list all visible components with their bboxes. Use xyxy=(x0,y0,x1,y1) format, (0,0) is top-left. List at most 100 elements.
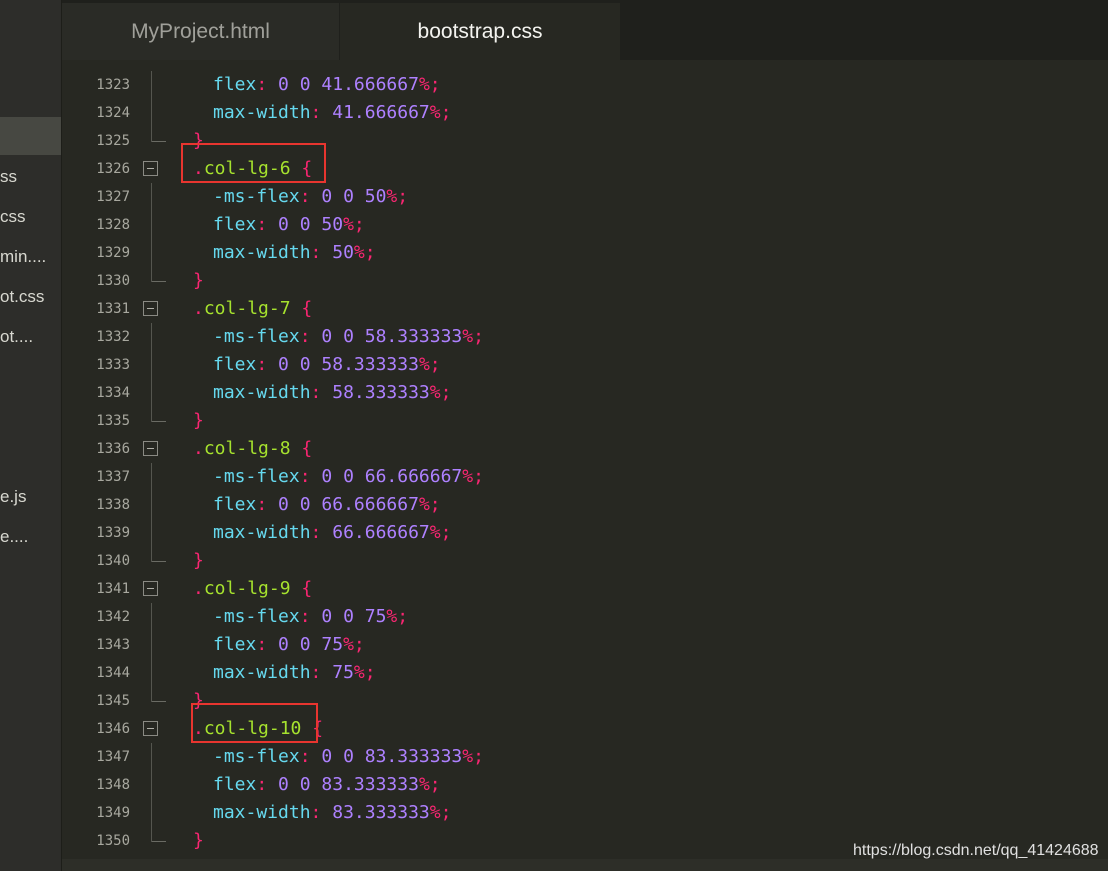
selector-dot: . xyxy=(193,438,204,459)
tab-myproject-html[interactable]: MyProject.html xyxy=(62,3,339,60)
sidebar-file-item[interactable]: e.... xyxy=(0,525,61,549)
fold-guide xyxy=(151,743,152,771)
code-text: max-width: 58.333333%; xyxy=(213,379,451,407)
css-value: 0 0 58.333333 xyxy=(278,354,419,375)
code-line[interactable]: 1348 flex: 0 0 83.333333%; xyxy=(62,771,1108,799)
line-number: 1331 xyxy=(96,301,130,317)
code-line[interactable]: 1347 -ms-flex: 0 0 83.333333%; xyxy=(62,743,1108,771)
css-property: -ms-flex xyxy=(213,326,300,347)
code-text: flex: 0 0 75%; xyxy=(213,631,365,659)
code-line[interactable]: 1335} xyxy=(62,407,1108,435)
code-line[interactable]: 1329 max-width: 50%; xyxy=(62,239,1108,267)
colon: : xyxy=(299,606,311,627)
fold-end-marker xyxy=(152,281,166,282)
open-brace: { xyxy=(301,438,313,459)
line-number: 1346 xyxy=(96,721,130,737)
css-property: flex xyxy=(213,354,257,375)
sidebar-file-item[interactable]: css xyxy=(0,205,61,229)
fold-toggle-icon[interactable] xyxy=(143,161,158,176)
code-line[interactable]: 1337 -ms-flex: 0 0 66.666667%; xyxy=(62,463,1108,491)
code-text: -ms-flex: 0 0 83.333333%; xyxy=(213,743,484,771)
fold-guide xyxy=(151,351,152,379)
code-text: max-width: 66.666667%; xyxy=(213,519,451,547)
close-brace: } xyxy=(193,410,204,431)
colon: : xyxy=(299,326,311,347)
code-line[interactable]: 1331 .col-lg-7 { xyxy=(62,295,1108,323)
percent-semicolon: %; xyxy=(462,466,484,487)
sidebar-file-item[interactable]: min.... xyxy=(0,245,61,269)
sidebar-file-item[interactable]: ot.css xyxy=(0,285,61,309)
css-value: 0 0 83.333333 xyxy=(321,746,463,767)
code-line[interactable]: 1324 max-width: 41.666667%; xyxy=(62,99,1108,127)
css-property: max-width xyxy=(213,802,311,823)
percent-semicolon: %; xyxy=(386,186,409,207)
tab-bootstrap-css[interactable]: bootstrap.css xyxy=(340,3,620,60)
colon: : xyxy=(310,522,322,543)
code-line[interactable]: 1333 flex: 0 0 58.333333%; xyxy=(62,351,1108,379)
code-text: -ms-flex: 0 0 50%; xyxy=(213,183,408,211)
css-property: flex xyxy=(213,214,257,235)
code-text: } xyxy=(193,407,204,435)
css-value: 0 0 50 xyxy=(278,214,344,235)
css-value: 0 0 50 xyxy=(321,186,387,207)
css-value: 0 0 41.666667 xyxy=(278,74,419,95)
code-line[interactable]: 1344 max-width: 75%; xyxy=(62,659,1108,687)
code-text: max-width: 83.333333%; xyxy=(213,799,451,827)
sidebar-file-item[interactable]: ss xyxy=(0,165,61,189)
horizontal-scrollbar[interactable] xyxy=(62,859,1108,871)
line-number: 1325 xyxy=(96,133,130,149)
line-number: 1336 xyxy=(96,441,130,457)
line-number: 1347 xyxy=(96,749,130,765)
code-line[interactable]: 1327 -ms-flex: 0 0 50%; xyxy=(62,183,1108,211)
line-number: 1342 xyxy=(96,609,130,625)
open-brace: { xyxy=(301,298,313,319)
fold-toggle-icon[interactable] xyxy=(143,721,158,736)
fold-guide xyxy=(151,127,152,142)
code-line[interactable]: 1328 flex: 0 0 50%; xyxy=(62,211,1108,239)
line-number: 1349 xyxy=(96,805,130,821)
fold-end-marker xyxy=(152,421,166,422)
sidebar-file-item[interactable]: ot.... xyxy=(0,325,61,349)
css-selector: col-lg-9 xyxy=(203,578,291,599)
highlight-box xyxy=(191,703,318,743)
line-number: 1330 xyxy=(96,273,130,289)
code-line[interactable]: 1332 -ms-flex: 0 0 58.333333%; xyxy=(62,323,1108,351)
fold-end-marker xyxy=(152,561,166,562)
fold-guide xyxy=(151,659,152,687)
code-line[interactable]: 1340} xyxy=(62,547,1108,575)
watermark-url: https://blog.csdn.net/qq_41424688 xyxy=(853,842,1099,859)
line-number: 1339 xyxy=(96,525,130,541)
code-line[interactable]: 1342 -ms-flex: 0 0 75%; xyxy=(62,603,1108,631)
css-property: flex xyxy=(213,634,257,655)
colon: : xyxy=(299,466,311,487)
code-line[interactable]: 1334 max-width: 58.333333%; xyxy=(62,379,1108,407)
css-value: 83.333333 xyxy=(332,802,430,823)
code-line[interactable]: 1349 max-width: 83.333333%; xyxy=(62,799,1108,827)
code-line[interactable]: 1323 flex: 0 0 41.666667%; xyxy=(62,71,1108,99)
sidebar-file-label: ot.css xyxy=(0,287,45,306)
code-line[interactable]: 1336 .col-lg-8 { xyxy=(62,435,1108,463)
sidebar-file-item[interactable]: e.js xyxy=(0,485,61,509)
sidebar-file-label: css xyxy=(0,207,26,226)
fold-toggle-icon[interactable] xyxy=(143,301,158,316)
fold-toggle-icon[interactable] xyxy=(143,441,158,456)
code-line[interactable]: 1341 .col-lg-9 { xyxy=(62,575,1108,603)
code-line[interactable]: 1339 max-width: 66.666667%; xyxy=(62,519,1108,547)
code-editor[interactable]: 1323 flex: 0 0 41.666667%; 1324 max-width: … xyxy=(62,60,1108,860)
line-number: 1340 xyxy=(96,553,130,569)
colon: : xyxy=(256,74,268,95)
css-value: 75 xyxy=(332,662,354,683)
css-property: max-width xyxy=(213,242,311,263)
code-line[interactable]: 1338 flex: 0 0 66.666667%; xyxy=(62,491,1108,519)
fold-end-marker xyxy=(152,701,166,702)
line-number: 1343 xyxy=(96,637,130,653)
code-line[interactable]: 1343 flex: 0 0 75%; xyxy=(62,631,1108,659)
line-number: 1345 xyxy=(96,693,130,709)
colon: : xyxy=(256,494,268,515)
fold-toggle-icon[interactable] xyxy=(143,581,158,596)
code-line[interactable]: 1330} xyxy=(62,267,1108,295)
percent-semicolon: %; xyxy=(343,634,365,655)
fold-guide xyxy=(151,323,152,351)
percent-semicolon: %; xyxy=(462,746,484,767)
colon: : xyxy=(310,662,322,683)
